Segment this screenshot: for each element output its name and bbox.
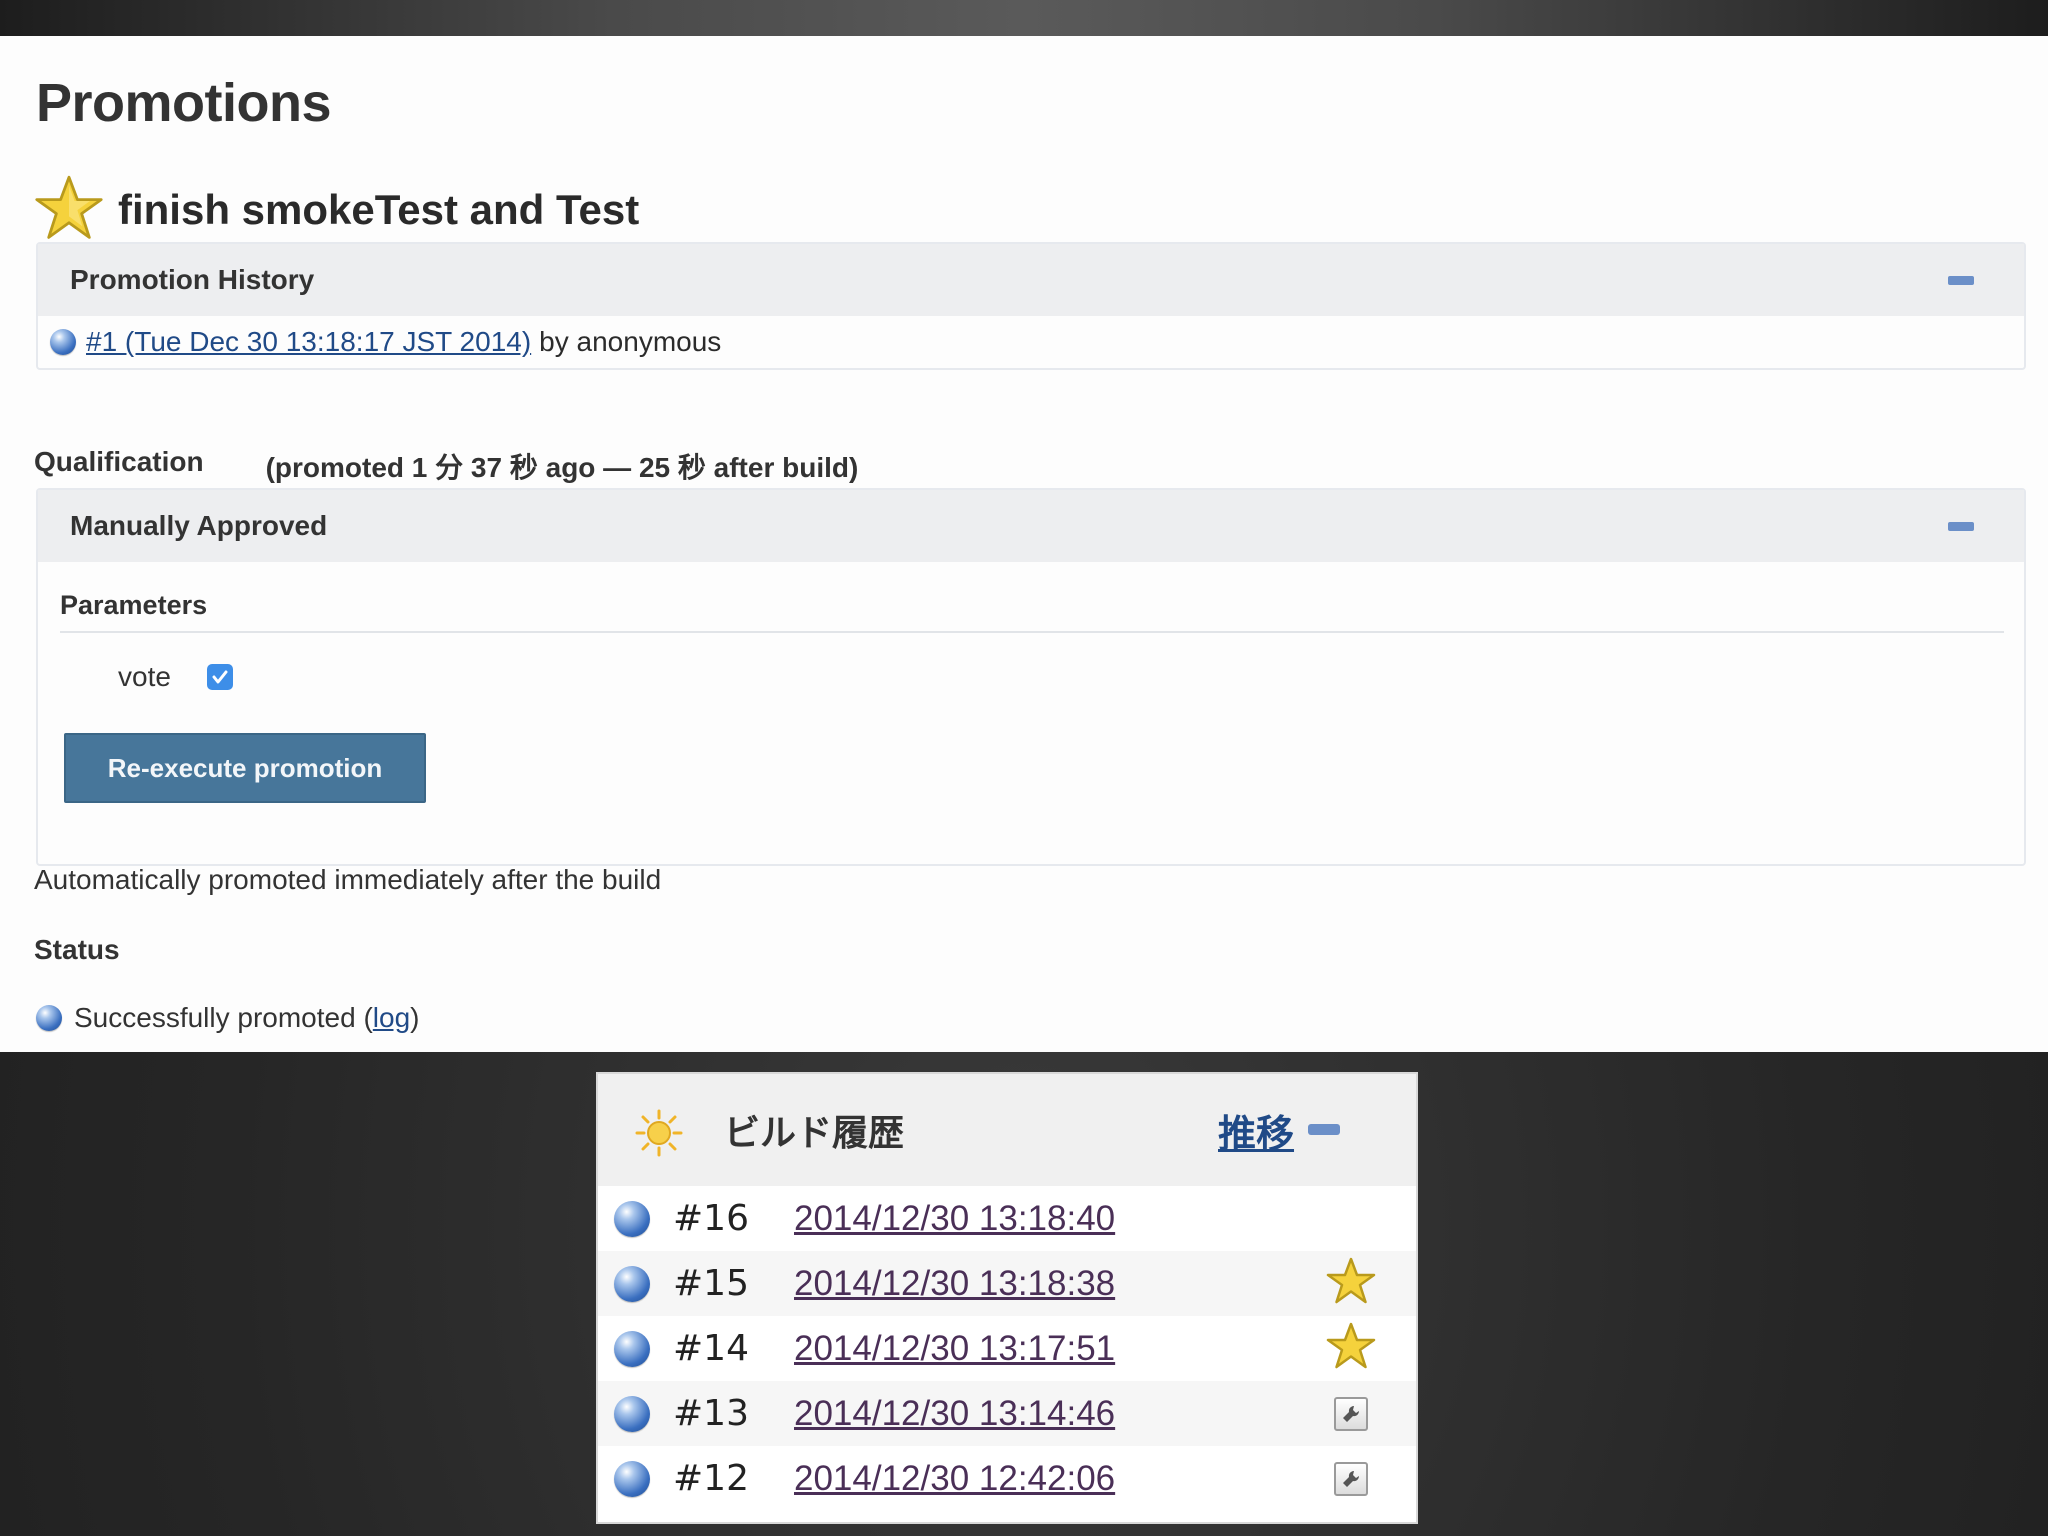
qualification-row: Qualification (promoted 1 分 37 秒 ago — 2… [34,446,858,486]
status-ball-icon [614,1330,650,1367]
build-date-link[interactable]: 2014/12/30 13:18:38 [794,1264,1115,1304]
manual-approval-header: Manually Approved [38,490,2024,562]
manual-approval-title: Manually Approved [70,510,328,541]
wrench-icon [1334,1461,1368,1496]
status-row: Successfully promoted (log) [36,1002,420,1034]
window-top-bar [0,0,2048,36]
promotion-history-link[interactable]: #1 (Tue Dec 30 13:18:17 JST 2014) [86,326,531,358]
collapse-icon[interactable] [1948,521,1974,531]
parameter-name: vote [118,661,171,692]
promotion-history-header: Promotion History [38,244,2024,316]
collapse-icon[interactable] [1948,275,1974,285]
build-date-link[interactable]: 2014/12/30 13:14:46 [794,1394,1115,1434]
wrench-icon [1334,1396,1368,1431]
status-ball-icon [614,1200,650,1237]
build-date-link[interactable]: 2014/12/30 13:18:40 [794,1199,1115,1239]
star-icon [34,173,104,248]
build-number: #15 [673,1263,749,1304]
trend-link[interactable]: 推移 [1218,1103,1294,1158]
build-row[interactable]: #14 2014/12/30 13:17:51 [598,1316,1416,1381]
build-number: #16 [673,1198,749,1239]
promotion-name: finish smokeTest and Test [118,186,640,233]
build-number: #12 [673,1458,749,1499]
status-ball-icon [50,329,76,355]
build-row[interactable]: #16 2014/12/30 13:18:40 [598,1186,1416,1251]
build-history-header: ビルド履歴 推移 [598,1074,1416,1186]
manual-approval-box: Manually Approved Parameters vote Re-exe… [36,488,2026,866]
auto-promotion-note: Automatically promoted immediately after… [34,864,662,895]
parameters-title: Parameters [60,590,2004,633]
star-icon [1326,1321,1376,1376]
re-execute-promotion-button[interactable]: Re-execute promotion [64,733,426,803]
build-number: #14 [673,1328,749,1369]
status-ball-icon [614,1460,650,1497]
qualification-detail: (promoted 1 分 37 秒 ago — 25 秒 after buil… [265,452,859,483]
build-date-link[interactable]: 2014/12/30 13:17:51 [794,1329,1115,1369]
promotion-history-box: Promotion History #1 (Tue Dec 30 13:18:1… [36,242,2026,370]
status-ball-icon [614,1265,650,1302]
promotion-history-entry: #1 (Tue Dec 30 13:18:17 JST 2014) by ano… [38,316,2024,368]
promotion-history-title: Promotion History [70,264,315,295]
checkmark-icon [212,670,228,684]
page-title: Promotions [36,73,332,133]
promotion-history-user: by anonymous [539,326,722,357]
promotions-panel: Promotions finish smokeTest and Test Pro… [0,36,2048,1052]
status-text: Successfully promoted ( [74,1002,373,1033]
vote-checkbox[interactable] [206,664,233,690]
build-row[interactable]: #12 2014/12/30 12:42:06 [598,1446,1416,1511]
promotion-heading: finish smokeTest and Test [34,172,639,248]
status-title: Status [34,934,120,965]
slide-background: Promotions finish smokeTest and Test Pro… [0,0,2048,1536]
status-log-link[interactable]: log [373,1002,410,1033]
star-icon [1326,1256,1376,1311]
parameter-row: vote [118,661,2024,693]
build-history-title: ビルド履歴 [724,1112,905,1153]
status-ball-icon [36,1005,62,1031]
collapse-icon[interactable] [1308,1124,1340,1135]
qualification-label: Qualification [34,446,204,477]
build-number: #13 [673,1393,749,1434]
build-history-widget: ビルド履歴 推移 #16 2014/12/30 13:18:40 #15 201… [596,1072,1418,1524]
status-ball-icon [614,1395,650,1432]
status-text-close: ) [410,1002,420,1033]
build-date-link[interactable]: 2014/12/30 12:42:06 [794,1459,1115,1499]
build-row[interactable]: #15 2014/12/30 13:18:38 [598,1251,1416,1316]
build-row[interactable]: #13 2014/12/30 13:14:46 [598,1381,1416,1446]
sun-icon [634,1108,684,1163]
